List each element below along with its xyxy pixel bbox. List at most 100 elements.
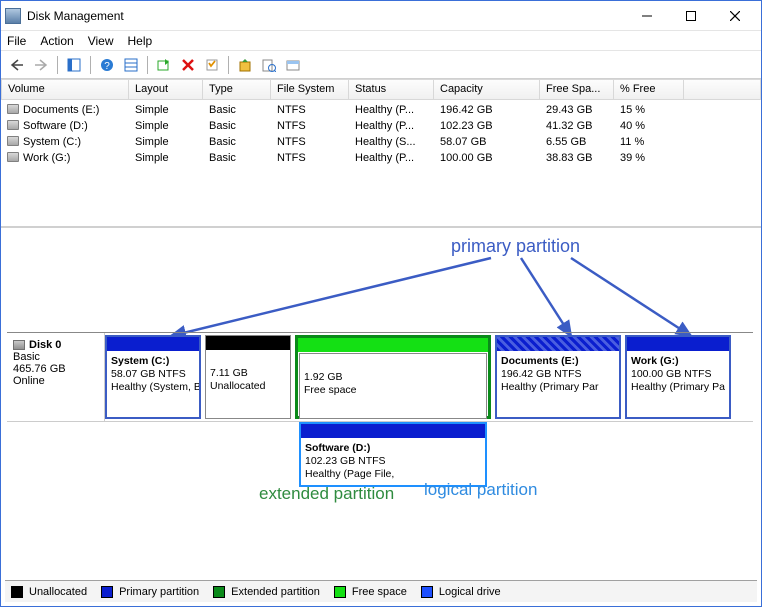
- volume-fs: NTFS: [271, 151, 349, 165]
- volume-fs: NTFS: [271, 119, 349, 133]
- partition-size: 7.11 GB: [210, 367, 286, 380]
- menu-view[interactable]: View: [88, 34, 114, 48]
- back-button[interactable]: [7, 55, 27, 75]
- legend-swatch-primary: [101, 586, 113, 598]
- partition-software[interactable]: Software (D:) 102.23 GB NTFS Healthy (Pa…: [299, 422, 487, 487]
- partition-status: Healthy (Primary Pa: [631, 381, 725, 394]
- separator: [90, 56, 91, 74]
- partition-header: [301, 424, 485, 438]
- drive-icon: [7, 152, 19, 162]
- partition-work[interactable]: Work (G:) 100.00 GB NTFS Healthy (Primar…: [625, 335, 731, 419]
- column-header-pctfree[interactable]: % Free: [614, 79, 684, 100]
- volume-free: 6.55 GB: [540, 135, 614, 149]
- show-hide-tree-button[interactable]: [64, 55, 84, 75]
- legend-logical: Logical drive: [439, 586, 501, 598]
- partition-system[interactable]: System (C:) 58.07 GB NTFS Healthy (Syste…: [105, 335, 201, 419]
- volume-row[interactable]: Documents (E:) Simple Basic NTFS Healthy…: [1, 102, 761, 118]
- disk-type: Basic: [13, 351, 98, 363]
- action-button-2[interactable]: [259, 55, 279, 75]
- partition-documents[interactable]: Documents (E:) 196.42 GB NTFS Healthy (P…: [495, 335, 621, 419]
- partition-header: [497, 337, 619, 351]
- volume-row[interactable]: Software (D:) Simple Basic NTFS Healthy …: [1, 118, 761, 134]
- separator: [147, 56, 148, 74]
- partition-status: Unallocated: [210, 380, 286, 393]
- disk-size: 465.76 GB: [13, 363, 98, 375]
- disk-status: Online: [13, 375, 98, 387]
- volume-name: System (C:): [23, 136, 81, 148]
- partition-header: [298, 338, 488, 352]
- disk-graphical-pane: primary partition Disk 0 Basic 465.76 GB…: [1, 227, 761, 537]
- legend-swatch-free: [334, 586, 346, 598]
- volume-layout: Simple: [129, 135, 203, 149]
- legend-swatch-extended: [213, 586, 225, 598]
- partition-header: [627, 337, 729, 351]
- delete-button[interactable]: [178, 55, 198, 75]
- volume-type: Basic: [203, 119, 271, 133]
- settings-button[interactable]: [121, 55, 141, 75]
- window-controls: [625, 2, 757, 30]
- legend-swatch-logical: [421, 586, 433, 598]
- column-header-capacity[interactable]: Capacity: [434, 79, 540, 100]
- volume-pct: 11 %: [614, 135, 684, 149]
- close-button[interactable]: [713, 2, 757, 30]
- drive-icon: [7, 104, 19, 114]
- volume-pct: 40 %: [614, 119, 684, 133]
- column-header-layout[interactable]: Layout: [129, 79, 203, 100]
- separator: [57, 56, 58, 74]
- volume-name: Documents (E:): [23, 104, 99, 116]
- column-header-type[interactable]: Type: [203, 79, 271, 100]
- volume-name: Work (G:): [23, 152, 70, 164]
- titlebar: Disk Management: [1, 1, 761, 31]
- volume-type: Basic: [203, 151, 271, 165]
- partition-extended[interactable]: 1.92 GB Free space Software (D:) 102.23 …: [295, 335, 491, 419]
- volume-capacity: 58.07 GB: [434, 135, 540, 149]
- partition-status: Free space: [304, 384, 482, 397]
- toolbar: ?: [1, 51, 761, 79]
- disk-info[interactable]: Disk 0 Basic 465.76 GB Online: [7, 333, 105, 421]
- column-header-status[interactable]: Status: [349, 79, 434, 100]
- drive-icon: [7, 120, 19, 130]
- volume-layout: Simple: [129, 103, 203, 117]
- column-header-volume[interactable]: Volume: [1, 79, 129, 100]
- volume-row[interactable]: Work (G:) Simple Basic NTFS Healthy (P..…: [1, 150, 761, 166]
- legend: Unallocated Primary partition Extended p…: [5, 580, 757, 602]
- refresh-button[interactable]: [154, 55, 174, 75]
- legend-free: Free space: [352, 586, 407, 598]
- help-button[interactable]: ?: [97, 55, 117, 75]
- window-title: Disk Management: [27, 9, 625, 23]
- volume-row[interactable]: System (C:) Simple Basic NTFS Healthy (S…: [1, 134, 761, 150]
- minimize-button[interactable]: [625, 2, 669, 30]
- legend-unallocated: Unallocated: [29, 586, 87, 598]
- legend-primary: Primary partition: [119, 586, 199, 598]
- volume-layout: Simple: [129, 151, 203, 165]
- partition-unallocated[interactable]: 7.11 GB Unallocated: [205, 335, 291, 419]
- partition-map: System (C:) 58.07 GB NTFS Healthy (Syste…: [105, 333, 753, 421]
- menu-file[interactable]: File: [7, 34, 26, 48]
- volume-layout: Simple: [129, 119, 203, 133]
- menu-action[interactable]: Action: [40, 34, 73, 48]
- volume-free: 29.43 GB: [540, 103, 614, 117]
- action-button-3[interactable]: [283, 55, 303, 75]
- separator: [228, 56, 229, 74]
- maximize-button[interactable]: [669, 2, 713, 30]
- volume-list-header: Volume Layout Type File System Status Ca…: [1, 79, 761, 100]
- disk-name: Disk 0: [29, 339, 61, 351]
- forward-button[interactable]: [31, 55, 51, 75]
- partition-freespace[interactable]: 1.92 GB Free space: [299, 353, 487, 419]
- legend-swatch-unallocated: [11, 586, 23, 598]
- partition-header: [206, 336, 290, 350]
- action-button-1[interactable]: [235, 55, 255, 75]
- volume-list: Volume Layout Type File System Status Ca…: [1, 79, 761, 227]
- partition-header: [107, 337, 199, 351]
- legend-extended: Extended partition: [231, 586, 320, 598]
- partition-status: Healthy (Primary Par: [501, 381, 615, 394]
- column-header-free[interactable]: Free Spa...: [540, 79, 614, 100]
- menu-help[interactable]: Help: [128, 34, 153, 48]
- partition-size: 196.42 GB NTFS: [501, 368, 615, 381]
- properties-button[interactable]: [202, 55, 222, 75]
- partition-size: 58.07 GB NTFS: [111, 368, 195, 381]
- partition-title: Documents (E:): [501, 355, 615, 368]
- column-header-filesystem[interactable]: File System: [271, 79, 349, 100]
- volume-status: Healthy (P...: [349, 119, 434, 133]
- volume-capacity: 102.23 GB: [434, 119, 540, 133]
